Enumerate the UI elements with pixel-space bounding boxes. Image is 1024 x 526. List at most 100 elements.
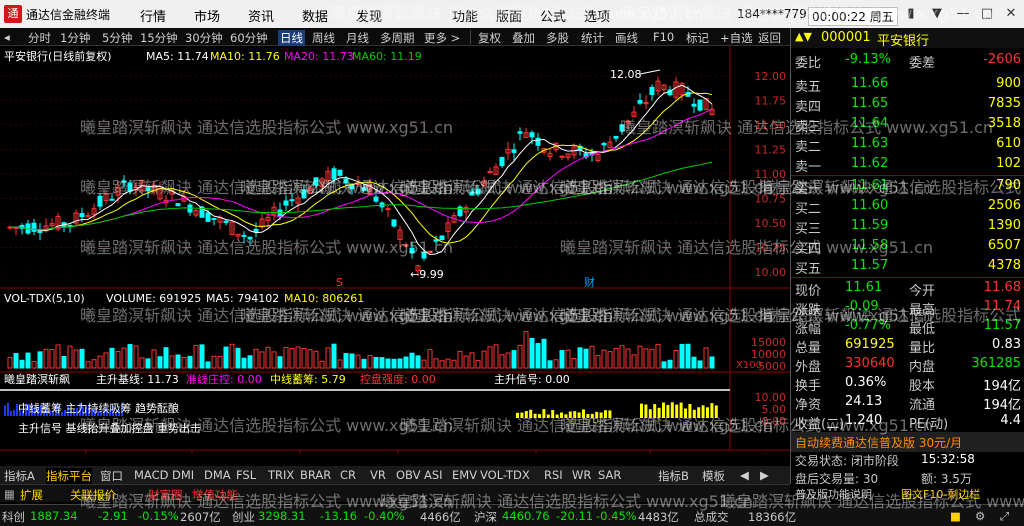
maximize-icon[interactable]: □ [976,3,998,25]
indicator-tab[interactable]: EMV [452,468,477,482]
quote-row: 换手 0.36% 股本 194亿 [791,375,1024,395]
tab-60min[interactable]: 60分钟 [230,30,268,46]
candle-body [421,252,427,259]
bid-row[interactable]: 买一 11.61 790 [791,178,1024,198]
tab-5min[interactable]: 5分钟 [102,30,132,46]
tab-scroll-left-icon[interactable]: ◀ [740,468,749,482]
volume-bar [163,347,169,369]
menu-banmian[interactable]: 版面 [496,6,522,25]
indicator-tab[interactable]: OBV [396,468,420,482]
btn-duogu[interactable]: 多股 [546,30,569,46]
btn-diejia[interactable]: 叠加 [512,30,535,46]
indicator-tab[interactable]: MACD [134,468,168,482]
tab-more[interactable]: 更多 > [424,30,460,46]
indicator-tab[interactable]: RSI [544,468,563,482]
signal-icon[interactable]: ■ [950,509,961,523]
btn-f10[interactable]: F10 [653,30,674,44]
indicator-tab[interactable]: DMA [204,468,231,482]
ind-yellow-bar [653,404,657,418]
quote-row: 净资 24.13 流通 194亿 [791,394,1024,414]
ind-yellow-bar [529,409,533,418]
btn-huaxian[interactable]: 画线 [615,30,638,46]
menu-shichang[interactable]: 市场 [194,6,220,25]
indicator-tab[interactable]: 指标平台 [46,468,92,484]
candle-body [469,191,475,196]
btn-back[interactable]: 返回 [758,30,781,46]
weibi-row: 委比 -9.13% 委差 -2606 [791,52,1024,72]
tab-30min[interactable]: 30分钟 [185,30,223,46]
extension-tab[interactable]: 关联报价 [70,487,116,503]
settings-icon[interactable]: ⚙ [975,509,985,523]
quote-value-left: 1.240 [845,413,883,428]
ask-row[interactable]: 卖二 11.63 610 [791,136,1024,156]
bid-row[interactable]: 买四 11.58 6507 [791,238,1024,258]
menu-xuanxiang[interactable]: 选项 [584,6,610,25]
tab-multi-period[interactable]: 多周期 [380,30,415,46]
kline-chart-area[interactable]: 12.00 11.75 11.50 11.25 11.00 10.75 10.50 10.25… [0,46,790,454]
indicator-tab[interactable]: DMI [172,468,194,482]
indicator-tab[interactable]: TRIX [268,468,294,482]
right-info-tab[interactable]: 图文F10-剩边栏 [901,486,980,502]
indicator-tab[interactable]: 指标B [658,468,689,484]
close-icon[interactable]: ✕ [1000,3,1022,25]
stock-arrow-icon[interactable]: ▲▼ [795,30,812,43]
bid-row[interactable]: 买二 11.60 2506 [791,198,1024,218]
ask-row[interactable]: 卖一 11.62 102 [791,156,1024,176]
menu-gongneng[interactable]: 功能 [452,6,478,25]
minimize-icon[interactable]: — [952,3,974,25]
menu-gongshi[interactable]: 公式 [540,6,566,25]
tab-fenshi[interactable]: 分时 [28,30,51,46]
toolbar-arrow-icon[interactable]: ◂ [4,30,10,44]
ind-yellow-bar [670,402,674,418]
chart-stock-name: 平安银行(日线前复权) [4,49,112,63]
btn-tongji[interactable]: 统计 [581,30,604,46]
indicator-tab[interactable]: SAR [598,468,621,482]
extension-tab[interactable]: 扩展 [20,487,43,503]
tab-1min[interactable]: 1分钟 [60,30,90,46]
btn-add-watchlist[interactable]: +自选 [720,30,753,46]
menu-zixun[interactable]: 资讯 [248,6,274,25]
chart-canvas[interactable]: 12.00 11.75 11.50 11.25 11.00 10.75 10.50 10.25… [0,46,790,454]
menu-shuju[interactable]: 数据 [302,6,328,25]
tab-weekly[interactable]: 周线 [312,30,335,46]
tab-monthly[interactable]: 月线 [346,30,369,46]
ask-row[interactable]: 卖五 11.66 900 [791,76,1024,96]
indicator-tab[interactable]: ASI [424,468,443,482]
quote-value-left: 691925 [845,337,895,352]
menu-faxian[interactable]: 发现 [356,6,382,25]
dropdown-icon[interactable]: ▼ [926,3,948,25]
volume-bar [247,355,253,369]
menu-hangqing[interactable]: 行情 [140,6,166,25]
bid-row[interactable]: 买三 11.59 1390 [791,218,1024,238]
right-info-tab[interactable]: 普及版功能说明 [795,486,872,502]
tab-daily[interactable]: 日线 [278,30,305,46]
indicator-tab[interactable]: 模板 [702,468,725,484]
volume-bar [667,359,673,369]
price-tick-label: 10.75 [755,193,787,206]
btn-biaoji[interactable]: 标记 [686,30,709,46]
indicator-tab[interactable]: 窗口 [100,468,123,484]
skin-icon[interactable]: ▮ [900,3,922,25]
tab-scroll-right-icon[interactable]: ▶ [760,468,769,482]
indicator-tab[interactable]: BRAR [300,468,331,482]
grid-icon[interactable]: ▦ [4,487,15,501]
indicator-tab[interactable]: VR [370,468,386,482]
promo-text[interactable]: 自动续费通达信普及版 30元/月 [795,434,962,451]
user-account[interactable]: 184****7797 [737,7,814,21]
ask-row[interactable]: 卖四 11.65 7835 [791,96,1024,116]
bid-row[interactable]: 买五 11.57 4378 [791,258,1024,278]
candle-body [223,220,229,223]
indicator-tab[interactable]: FSL [236,468,256,482]
indicator-tab[interactable]: WR [572,468,591,482]
ask-row[interactable]: 卖三 11.64 3518 [791,116,1024,136]
btn-fuquan[interactable]: 复权 [478,30,501,46]
expand-icon[interactable]: ⤢ [1000,509,1009,524]
extension-tab[interactable]: 增值功能 [192,487,238,503]
extension-tab[interactable]: 财富圈 [148,487,183,503]
indicator-tab[interactable]: VOL-TDX [480,468,530,482]
volume-bar [391,358,397,369]
tab-15min[interactable]: 15分钟 [140,30,178,46]
indicator-tab[interactable]: CR [340,468,356,482]
indicator-tab[interactable]: 指标A [4,468,35,484]
promo-banner[interactable]: 自动续费通达信普及版 30元/月 [791,432,1024,452]
